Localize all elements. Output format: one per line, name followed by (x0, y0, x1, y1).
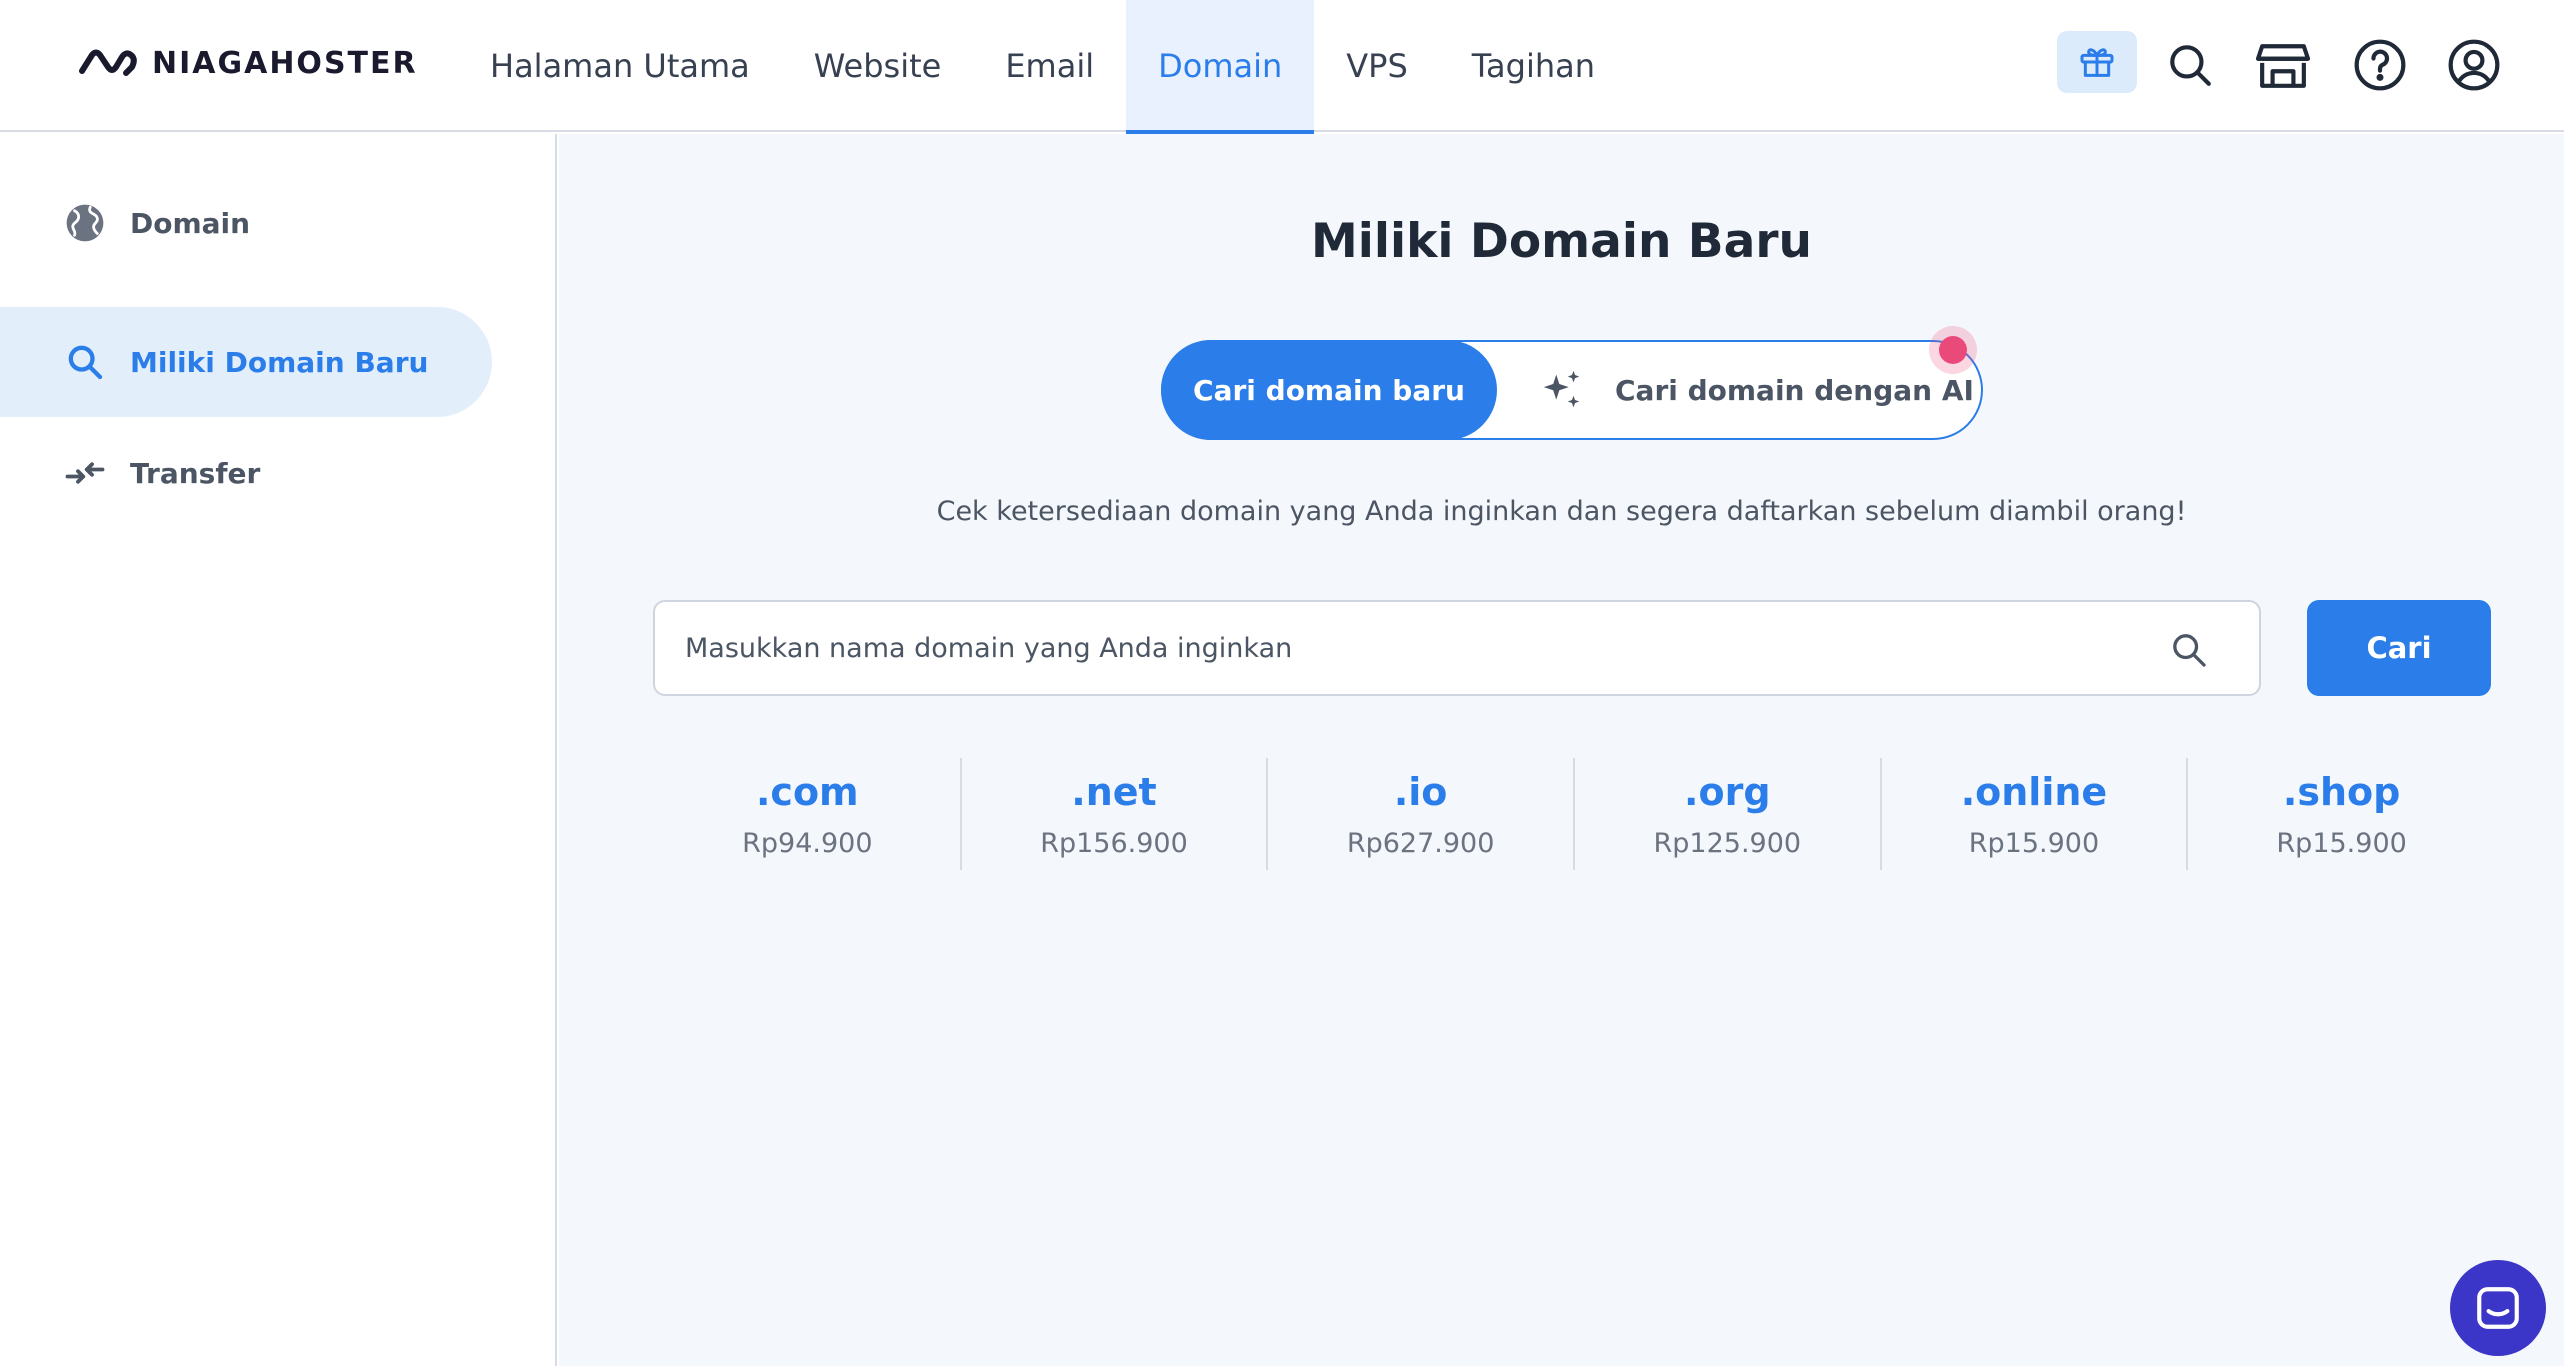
search-icon (2173, 634, 2206, 667)
sidebar-item-domain[interactable]: Domain (0, 168, 492, 278)
sidebar-item-label: Transfer (130, 456, 261, 490)
nav-email[interactable]: Email (973, 0, 1126, 132)
account-icon (2448, 39, 2500, 91)
header-search-button[interactable] (2155, 30, 2225, 100)
gift-icon (2080, 48, 2114, 77)
tab-cari-domain-baru[interactable]: Cari domain baru (1161, 340, 1497, 440)
account-button[interactable] (2439, 30, 2509, 100)
niagahoster-logo-icon (79, 49, 137, 76)
brand-logo[interactable]: NIAGAHOSTER (78, 38, 418, 88)
tld-name: .online (1960, 769, 2108, 814)
live-chat-button[interactable] (2450, 1260, 2546, 1356)
tld-item-org[interactable]: .org Rp125.900 (1575, 758, 1882, 870)
transfer-icon (64, 452, 106, 494)
tld-price: Rp15.900 (2276, 827, 2407, 859)
page-title: Miliki Domain Baru (1311, 214, 1812, 269)
tld-item-online[interactable]: .online Rp15.900 (1882, 758, 2189, 870)
sidebar-item-transfer[interactable]: Transfer (0, 418, 492, 528)
tld-name: .net (1071, 769, 1157, 814)
main-content: Miliki Domain Baru Cari domain baru Cari… (559, 134, 2564, 1366)
tld-price: Rp156.900 (1040, 827, 1188, 859)
tld-item-io[interactable]: .io Rp627.900 (1268, 758, 1575, 870)
sparkle-icon (1543, 370, 1580, 408)
tld-price-list: .com Rp94.900 .net Rp156.900 .io Rp627.9… (655, 758, 2495, 870)
gift-button[interactable] (2057, 31, 2137, 93)
nav-tagihan[interactable]: Tagihan (1440, 0, 1627, 132)
help-button[interactable] (2345, 30, 2415, 100)
search-icon (2170, 45, 2211, 86)
tld-name: .shop (2282, 769, 2401, 814)
top-navigation-bar: NIAGAHOSTER Halaman Utama Website Email … (0, 0, 2564, 134)
store-button[interactable] (2248, 30, 2318, 100)
tab-cari-domain-ai[interactable]: Cari domain dengan AI (1539, 342, 1974, 438)
sidebar: Domain Miliki Domain Baru Transfer (0, 134, 557, 1366)
page-subtitle: Cek ketersediaan domain yang Anda ingink… (936, 496, 2187, 527)
search-button[interactable]: Cari (2307, 600, 2491, 696)
domain-search-input[interactable] (685, 632, 2135, 664)
globe-icon (64, 202, 106, 244)
sidebar-item-label: Domain (130, 206, 251, 240)
nav-halaman-utama[interactable]: Halaman Utama (458, 0, 782, 132)
nav-domain[interactable]: Domain (1126, 0, 1315, 134)
store-icon (2255, 44, 2311, 88)
chat-icon (2477, 1287, 2519, 1329)
tld-price: Rp94.900 (742, 827, 873, 859)
tld-price: Rp627.900 (1346, 827, 1495, 859)
search-icon (64, 341, 106, 383)
tld-name: .com (755, 769, 859, 814)
tld-item-net[interactable]: .net Rp156.900 (962, 758, 1269, 870)
tld-price: Rp15.900 (1968, 827, 2100, 859)
tld-name: .org (1684, 769, 1771, 814)
sidebar-item-label: Miliki Domain Baru (130, 345, 429, 379)
nav-vps[interactable]: VPS (1314, 0, 1440, 132)
search-mode-toggle: Cari domain baru Cari domain dengan AI (1161, 326, 1983, 440)
domain-search-box (653, 600, 2261, 696)
sidebar-item-miliki-domain-baru[interactable]: Miliki Domain Baru (0, 307, 492, 417)
tld-price: Rp125.900 (1653, 827, 1802, 859)
nav-website[interactable]: Website (782, 0, 974, 132)
tab-ai-label: Cari domain dengan AI (1615, 373, 1974, 407)
help-icon (2354, 39, 2406, 91)
notification-dot (1929, 326, 1977, 374)
main-nav: Halaman Utama Website Email Domain VPS T… (458, 0, 1627, 134)
brand-name: NIAGAHOSTER (152, 45, 418, 81)
tld-name: .io (1393, 769, 1448, 814)
tld-item-shop[interactable]: .shop Rp15.900 (2188, 758, 2495, 870)
tld-item-com[interactable]: .com Rp94.900 (655, 758, 962, 870)
